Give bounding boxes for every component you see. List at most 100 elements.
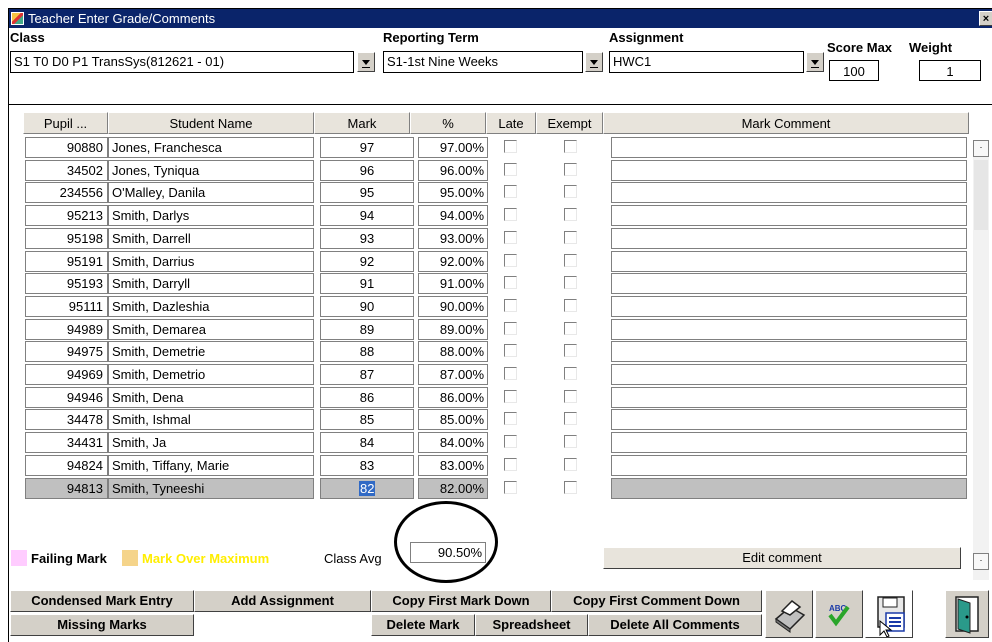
col-header-comment[interactable]: Mark Comment: [603, 112, 969, 134]
late-checkbox[interactable]: [504, 254, 517, 267]
scroll-up-button[interactable]: ·: [973, 140, 989, 157]
col-header-exempt[interactable]: Exempt: [536, 112, 603, 134]
col-header-name[interactable]: Student Name: [108, 112, 314, 134]
add-assignment-button[interactable]: Add Assignment: [194, 590, 371, 612]
mark-input[interactable]: 90: [320, 296, 414, 317]
col-header-late[interactable]: Late: [486, 112, 536, 134]
exempt-checkbox[interactable]: [564, 412, 577, 425]
exempt-checkbox[interactable]: [564, 481, 577, 494]
scroll-down-button[interactable]: ·: [973, 553, 989, 570]
assignment-select[interactable]: HWC1: [609, 51, 804, 73]
vertical-scrollbar[interactable]: · ·: [973, 140, 989, 580]
mark-comment-input[interactable]: [611, 387, 967, 408]
mark-input[interactable]: 95: [320, 182, 414, 203]
mark-input[interactable]: 89: [320, 319, 414, 340]
late-checkbox[interactable]: [504, 276, 517, 289]
late-checkbox[interactable]: [504, 140, 517, 153]
mark-input[interactable]: 82: [320, 478, 414, 499]
spreadsheet-button[interactable]: Spreadsheet: [475, 614, 588, 636]
copy-first-comment-down-button[interactable]: Copy First Comment Down: [551, 590, 762, 612]
late-checkbox[interactable]: [504, 412, 517, 425]
mark-input[interactable]: 97: [320, 137, 414, 158]
exempt-checkbox[interactable]: [564, 322, 577, 335]
exempt-checkbox[interactable]: [564, 435, 577, 448]
exempt-checkbox[interactable]: [564, 231, 577, 244]
copy-first-mark-down-button[interactable]: Copy First Mark Down: [371, 590, 551, 612]
assignment-dropdown-button[interactable]: [806, 52, 824, 72]
exempt-checkbox[interactable]: [564, 276, 577, 289]
class-select[interactable]: S1 T0 D0 P1 TransSys(812621 - 01): [10, 51, 354, 73]
print-button[interactable]: [765, 590, 813, 638]
delete-mark-button[interactable]: Delete Mark: [371, 614, 475, 636]
late-checkbox[interactable]: [504, 185, 517, 198]
col-header-mark[interactable]: Mark: [314, 112, 410, 134]
class-dropdown-button[interactable]: [357, 52, 375, 72]
teacher-grade-window: Teacher Enter Grade/Comments × Class Rep…: [8, 8, 992, 642]
late-checkbox[interactable]: [504, 322, 517, 335]
scroll-thumb[interactable]: [974, 160, 988, 230]
mark-comment-input[interactable]: [611, 160, 967, 181]
late-checkbox[interactable]: [504, 344, 517, 357]
student-name-cell: Jones, Franchesca: [108, 137, 314, 158]
weight-input[interactable]: 1: [919, 60, 981, 81]
mark-comment-input[interactable]: [611, 182, 967, 203]
exempt-checkbox[interactable]: [564, 299, 577, 312]
missing-marks-button[interactable]: Missing Marks: [10, 614, 194, 636]
exit-button[interactable]: [945, 590, 989, 638]
mark-comment-input[interactable]: [611, 228, 967, 249]
col-header-pupil[interactable]: Pupil ...: [23, 112, 108, 134]
mark-input[interactable]: 92: [320, 251, 414, 272]
mark-input[interactable]: 94: [320, 205, 414, 226]
mark-comment-input[interactable]: [611, 478, 967, 499]
delete-all-comments-button[interactable]: Delete All Comments: [588, 614, 762, 636]
pupil-id-cell: 95213: [25, 205, 108, 226]
exempt-checkbox[interactable]: [564, 208, 577, 221]
mark-comment-input[interactable]: [611, 364, 967, 385]
mark-input[interactable]: 91: [320, 273, 414, 294]
col-header-percent[interactable]: %: [410, 112, 486, 134]
exempt-checkbox[interactable]: [564, 344, 577, 357]
mark-comment-input[interactable]: [611, 409, 967, 430]
mark-comment-input[interactable]: [611, 251, 967, 272]
save-button[interactable]: [865, 590, 913, 638]
late-checkbox[interactable]: [504, 299, 517, 312]
term-select[interactable]: S1-1st Nine Weeks: [383, 51, 583, 73]
exempt-checkbox[interactable]: [564, 458, 577, 471]
mark-comment-input[interactable]: [611, 432, 967, 453]
mark-input[interactable]: 86: [320, 387, 414, 408]
exempt-checkbox[interactable]: [564, 254, 577, 267]
mark-input[interactable]: 83: [320, 455, 414, 476]
late-checkbox[interactable]: [504, 208, 517, 221]
mark-input[interactable]: 84: [320, 432, 414, 453]
condensed-mark-entry-button[interactable]: Condensed Mark Entry: [10, 590, 194, 612]
mark-comment-input[interactable]: [611, 341, 967, 362]
exempt-checkbox[interactable]: [564, 185, 577, 198]
exempt-checkbox[interactable]: [564, 140, 577, 153]
mark-comment-input[interactable]: [611, 205, 967, 226]
mark-comment-input[interactable]: [611, 137, 967, 158]
mark-input[interactable]: 96: [320, 160, 414, 181]
mark-comment-input[interactable]: [611, 273, 967, 294]
late-checkbox[interactable]: [504, 163, 517, 176]
exempt-checkbox[interactable]: [564, 390, 577, 403]
mark-input[interactable]: 93: [320, 228, 414, 249]
late-checkbox[interactable]: [504, 435, 517, 448]
score-max-input[interactable]: 100: [829, 60, 879, 81]
mark-comment-input[interactable]: [611, 319, 967, 340]
late-checkbox[interactable]: [504, 390, 517, 403]
close-button[interactable]: ×: [979, 11, 992, 26]
late-checkbox[interactable]: [504, 231, 517, 244]
mark-comment-input[interactable]: [611, 455, 967, 476]
exempt-checkbox[interactable]: [564, 163, 577, 176]
exempt-checkbox[interactable]: [564, 367, 577, 380]
edit-comment-button[interactable]: Edit comment: [603, 547, 961, 569]
mark-comment-input[interactable]: [611, 296, 967, 317]
late-checkbox[interactable]: [504, 481, 517, 494]
term-dropdown-button[interactable]: [585, 52, 603, 72]
mark-input[interactable]: 85: [320, 409, 414, 430]
late-checkbox[interactable]: [504, 367, 517, 380]
mark-input[interactable]: 87: [320, 364, 414, 385]
late-checkbox[interactable]: [504, 458, 517, 471]
spellcheck-button[interactable]: ABC: [815, 590, 863, 638]
mark-input[interactable]: 88: [320, 341, 414, 362]
